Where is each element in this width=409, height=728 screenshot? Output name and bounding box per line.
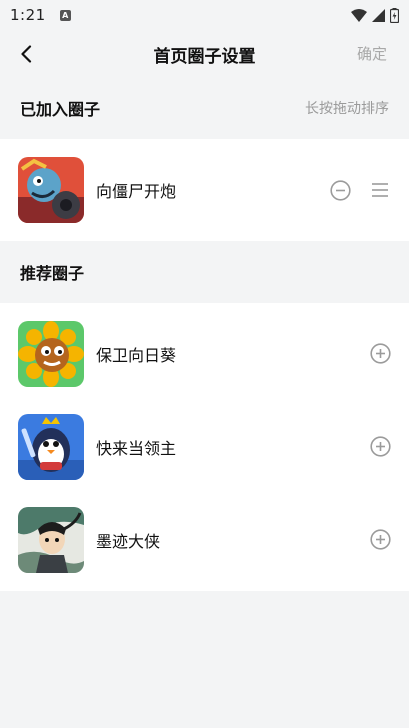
plus-circle-icon: [369, 343, 391, 364]
list-item-label: 墨迹大侠: [96, 531, 161, 551]
drag-handle[interactable]: [369, 179, 391, 201]
list-item-label: 向僵尸开炮: [96, 182, 177, 201]
joined-list: 向僵尸开炮: [0, 139, 409, 241]
remove-button[interactable]: [329, 179, 351, 201]
row-actions: [369, 493, 391, 586]
wifi-icon: [351, 8, 367, 22]
sunflower-game-icon: [18, 320, 84, 387]
confirm-button[interactable]: 确定: [357, 43, 387, 64]
recommended-section-header: 推荐圈子: [0, 241, 409, 303]
drag-sort-hint: 长按拖动排序: [305, 101, 389, 117]
row-actions: [329, 139, 391, 241]
list-item[interactable]: 墨迹大侠: [0, 493, 409, 586]
battery-icon: [390, 7, 399, 23]
page-title: 首页圈子设置: [153, 47, 256, 67]
list-item[interactable]: 向僵尸开炮: [0, 139, 409, 241]
add-button[interactable]: [369, 529, 391, 551]
app-header: 首页圈子设置 确定: [0, 30, 409, 76]
list-item-label: 快来当领主: [96, 438, 177, 458]
penguin-knight-game-icon: [18, 413, 84, 480]
status-icons: [351, 7, 399, 23]
plus-circle-icon: [369, 529, 391, 550]
status-time: 1:21: [10, 6, 46, 24]
list-item[interactable]: 保卫向日葵: [0, 307, 409, 400]
plus-circle-icon: [369, 436, 391, 457]
joined-section-title: 已加入圈子: [20, 100, 101, 119]
status-bar: 1:21 A: [0, 0, 409, 30]
row-actions: [369, 400, 391, 493]
add-button[interactable]: [369, 343, 391, 365]
a-badge-icon: A: [59, 9, 71, 21]
list-item[interactable]: 快来当领主: [0, 400, 409, 493]
row-actions: [369, 307, 391, 400]
list-item-label: 保卫向日葵: [96, 345, 177, 365]
recommended-list: 保卫向日葵 快来当领主 墨迹大侠: [0, 303, 409, 591]
minus-circle-icon: [329, 179, 351, 201]
ink-hero-game-icon: [18, 506, 84, 573]
zombie-cannon-game-icon: [18, 157, 84, 223]
drag-handle-icon: [372, 183, 388, 197]
add-button[interactable]: [369, 436, 391, 458]
recommended-section-title: 推荐圈子: [20, 264, 85, 283]
signal-icon: [372, 8, 385, 22]
joined-section-header: 已加入圈子 长按拖动排序: [0, 77, 409, 139]
